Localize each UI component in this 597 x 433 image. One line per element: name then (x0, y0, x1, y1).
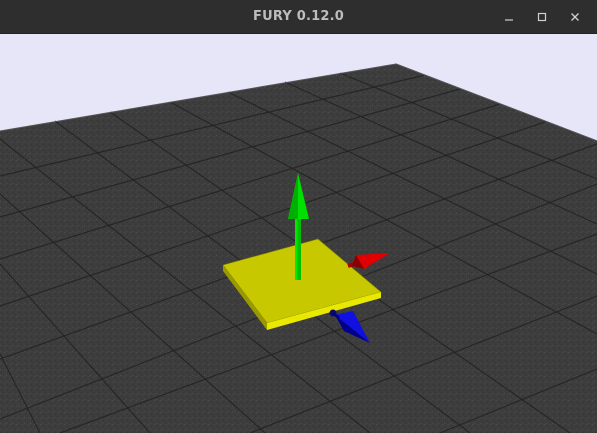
title-bar[interactable]: FURY 0.12.0 (0, 0, 597, 34)
scene-canvas[interactable] (0, 34, 597, 433)
render-viewport[interactable] (0, 34, 597, 433)
maximize-icon (537, 12, 546, 22)
minimize-icon (504, 19, 513, 21)
minimize-button[interactable] (492, 0, 525, 34)
app-window: FURY 0.12.0 (0, 0, 597, 433)
window-controls (492, 0, 591, 34)
maximize-button[interactable] (525, 0, 558, 34)
close-icon (570, 13, 579, 21)
close-button[interactable] (558, 0, 591, 34)
